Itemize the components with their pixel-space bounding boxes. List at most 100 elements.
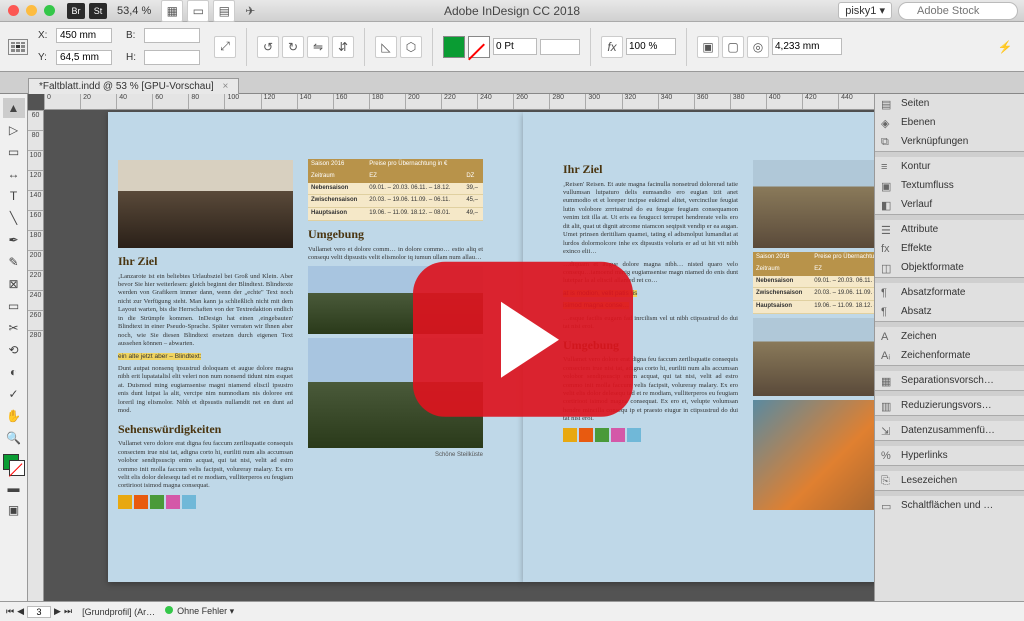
- corner-icon[interactable]: ◺: [375, 36, 397, 58]
- pencil-tool[interactable]: ✎: [3, 252, 25, 272]
- btn-icon: ▭: [881, 500, 895, 512]
- opacity-input[interactable]: [626, 38, 676, 55]
- wrap-shape-icon[interactable]: ◎: [747, 36, 769, 58]
- macos-titlebar: Br St 53,4 % ▦ ▭ ▤ ✈ Adobe InDesign CC 2…: [0, 0, 1024, 22]
- screen-mode-icon[interactable]: ▭: [187, 0, 209, 22]
- flip-v-icon[interactable]: ⇵: [332, 36, 354, 58]
- rotate-ccw-icon[interactable]: ↺: [257, 36, 279, 58]
- fx-icon: fx: [881, 243, 895, 255]
- video-play-button[interactable]: [413, 262, 633, 417]
- panel-charst[interactable]: AᵢZeichenformate: [875, 346, 1024, 365]
- y-input[interactable]: [56, 50, 112, 65]
- flash-icon[interactable]: ⚡: [994, 36, 1016, 58]
- document-tab[interactable]: *Faltblatt.indd @ 53 % [GPU-Vorschau] ×: [28, 78, 239, 94]
- panel-fx[interactable]: fxEffekte: [875, 239, 1024, 258]
- flat-icon: ▥: [881, 400, 895, 412]
- panel-book[interactable]: ⎘Lesezeichen: [875, 471, 1024, 490]
- bridge-badge[interactable]: Br: [67, 3, 85, 19]
- gap-tool[interactable]: ↔: [3, 164, 25, 184]
- panel-pages[interactable]: ▤Seiten: [875, 94, 1024, 113]
- price-table-right: Saison 2016Preise pro Übernachtung in € …: [753, 252, 874, 314]
- panel-objst[interactable]: ◫Objektformate: [875, 258, 1024, 277]
- arrange-icon[interactable]: ▤: [213, 0, 235, 22]
- profile-readout[interactable]: [Grundprofil] (Ar…: [82, 607, 155, 617]
- view-mode-toggle[interactable]: ▣: [3, 500, 25, 520]
- heading-ihr-ziel: Ihr Ziel: [118, 254, 293, 270]
- maximize-icon[interactable]: [44, 5, 55, 16]
- flip-h-icon[interactable]: ⇋: [307, 36, 329, 58]
- scale-icon[interactable]: ⤢: [214, 36, 236, 58]
- wrap-bbox-icon[interactable]: ▢: [722, 36, 744, 58]
- wrap-none-icon[interactable]: ▣: [697, 36, 719, 58]
- fill-stroke-well[interactable]: [3, 454, 25, 476]
- h-input[interactable]: [144, 50, 200, 65]
- stroke-swatch[interactable]: [468, 36, 490, 58]
- heading-ihr-ziel-r: Ihr Ziel: [563, 162, 738, 178]
- scissors-tool[interactable]: ✂: [3, 318, 25, 338]
- panel-hyper[interactable]: %Hyperlinks: [875, 446, 1024, 465]
- panel-merge[interactable]: ⇲Datenzusammenfü…: [875, 421, 1024, 440]
- user-dropdown[interactable]: pisky1 ▾: [838, 2, 892, 19]
- page-number-input[interactable]: [27, 606, 51, 618]
- apply-color-icon[interactable]: ▬: [3, 478, 25, 498]
- page-tool[interactable]: ▭: [3, 142, 25, 162]
- pen-tool[interactable]: ✒: [3, 230, 25, 250]
- stock-badge[interactable]: St: [89, 3, 107, 19]
- line-tool[interactable]: ╲: [3, 208, 25, 228]
- zoom-tool[interactable]: 🔍: [3, 428, 25, 448]
- ref-point-widget[interactable]: [8, 39, 28, 55]
- panel-attr[interactable]: ☰Attribute: [875, 220, 1024, 239]
- attr-icon: ☰: [881, 224, 895, 236]
- char-icon: A: [881, 331, 895, 343]
- direct-select-tool[interactable]: ▷: [3, 120, 25, 140]
- last-page-icon[interactable]: ⏭: [64, 606, 72, 617]
- w-input[interactable]: [144, 28, 200, 43]
- panel-grad[interactable]: ◧Verlauf: [875, 195, 1024, 214]
- pst-icon: ¶: [881, 287, 895, 299]
- panel-wrap[interactable]: ▣Textumfluss: [875, 176, 1024, 195]
- view-mode-icon[interactable]: ▦: [161, 0, 183, 22]
- minimize-icon[interactable]: [26, 5, 37, 16]
- close-icon[interactable]: [8, 5, 19, 16]
- fill-swatch[interactable]: [443, 36, 465, 58]
- panel-flat[interactable]: ▥Reduzierungsvors…: [875, 396, 1024, 415]
- tool-panel: ▲ ▷ ▭ ↔ T ╲ ✒ ✎ ⊠ ▭ ✂ ⟲ ◐ ✓ ✋ 🔍 ▬ ▣: [0, 94, 28, 601]
- next-page-icon[interactable]: ▶: [54, 606, 61, 617]
- charst-icon: Aᵢ: [881, 350, 895, 362]
- panel-pst[interactable]: ¶Absatzformate: [875, 283, 1024, 302]
- panel-btn[interactable]: ▭Schaltflächen und …: [875, 496, 1024, 515]
- fx-icon[interactable]: fx: [601, 36, 623, 58]
- rotate-cw-icon[interactable]: ↻: [282, 36, 304, 58]
- rect-tool[interactable]: ▭: [3, 296, 25, 316]
- panel-char[interactable]: AZeichen: [875, 327, 1024, 346]
- panel-layers[interactable]: ◈Ebenen: [875, 113, 1024, 132]
- publish-icon[interactable]: ✈: [239, 0, 261, 22]
- canvas[interactable]: 0204060801001201401601802002202402602803…: [28, 94, 874, 601]
- caption: Schöne Steilküste: [308, 452, 483, 460]
- tab-close-icon[interactable]: ×: [222, 81, 228, 92]
- panel-stroke[interactable]: ≡Kontur: [875, 157, 1024, 176]
- adobe-stock-search[interactable]: [898, 2, 1018, 20]
- stroke-style-dropdown[interactable]: [540, 39, 580, 55]
- gradient-tool[interactable]: ◐: [3, 362, 25, 382]
- rect-frame-tool[interactable]: ⊠: [3, 274, 25, 294]
- prev-page-icon[interactable]: ◀: [17, 606, 24, 617]
- eyedropper-tool[interactable]: ✓: [3, 384, 25, 404]
- app-badge-row: Br St 53,4 % ▦ ▭ ▤ ✈: [67, 0, 261, 22]
- selection-tool[interactable]: ▲: [3, 98, 25, 118]
- dimension-input[interactable]: [772, 38, 842, 55]
- preflight-status[interactable]: Ohne Fehler ▾: [165, 606, 234, 617]
- zoom-readout[interactable]: 53,4 %: [117, 5, 151, 17]
- transform-tool[interactable]: ⟲: [3, 340, 25, 360]
- stroke-weight-input[interactable]: [493, 38, 537, 55]
- para-icon: ¶: [881, 306, 895, 318]
- panel-links[interactable]: ⧉Verknüpfungen: [875, 132, 1024, 151]
- page-navigator[interactable]: ⏮ ◀ ▶ ⏭: [6, 606, 72, 618]
- hand-tool[interactable]: ✋: [3, 406, 25, 426]
- first-page-icon[interactable]: ⏮: [6, 606, 14, 617]
- pathfinder-icon[interactable]: ⬡: [400, 36, 422, 58]
- panel-para[interactable]: ¶Absatz: [875, 302, 1024, 321]
- type-tool[interactable]: T: [3, 186, 25, 206]
- panel-sep[interactable]: ▦Separationsvorsch…: [875, 371, 1024, 390]
- x-input[interactable]: [56, 28, 112, 43]
